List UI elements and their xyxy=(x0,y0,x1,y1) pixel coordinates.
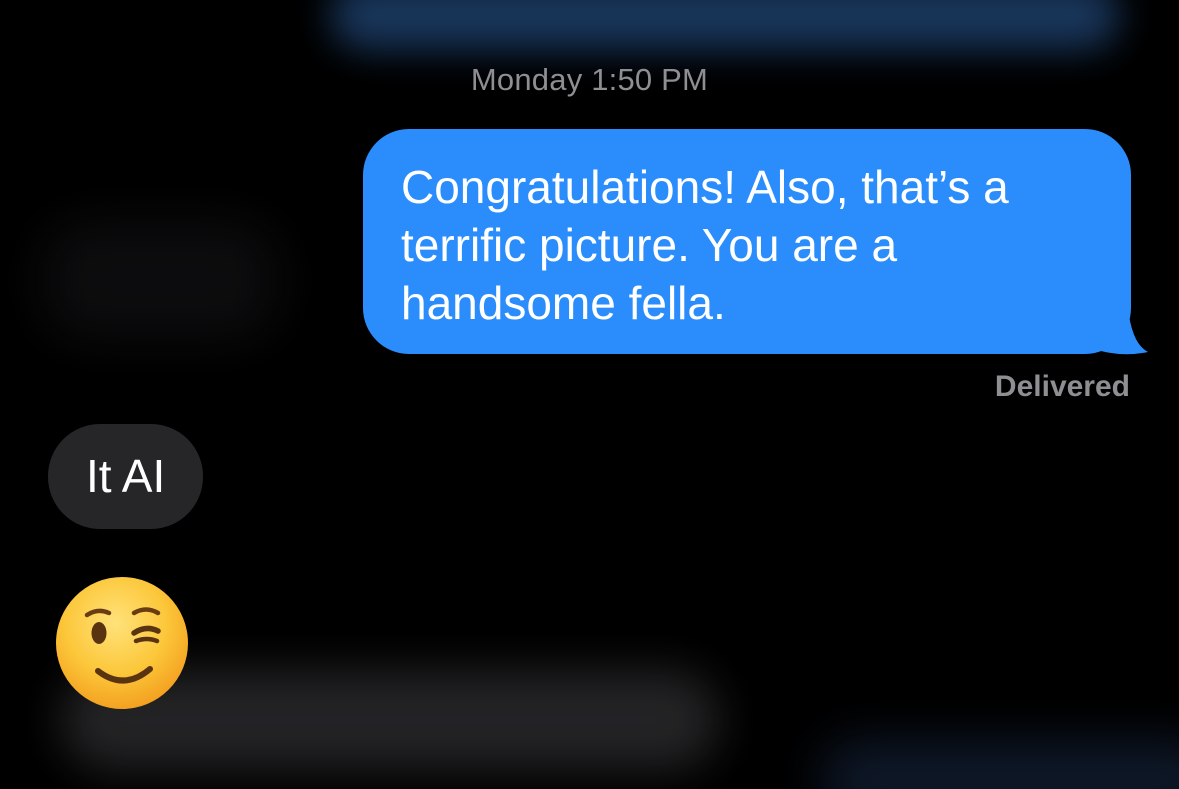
blurred-next-outgoing xyxy=(820,740,1179,789)
message-line: Congratulations! Also, that’s a xyxy=(401,161,1009,213)
outgoing-message-bubble[interactable]: Congratulations! Also, that’s a terrific… xyxy=(363,129,1131,354)
messages-screen: Monday 1:50 PM Congratulations! Also, th… xyxy=(0,0,1179,789)
message-line: handsome fella. xyxy=(401,277,726,329)
incoming-message-bubble[interactable]: It AI xyxy=(48,424,204,529)
blurred-previous-message xyxy=(330,0,1120,50)
timestamp-day: Monday xyxy=(470,62,583,97)
blurred-background xyxy=(40,220,280,340)
timestamp-time: 1:50 PM xyxy=(591,62,709,97)
message-timestamp: Monday 1:50 PM xyxy=(0,62,1179,98)
message-line: terrific picture. You are a xyxy=(401,219,898,271)
delivery-status: Delivered xyxy=(994,370,1130,403)
bubble-tail xyxy=(1090,308,1148,355)
winking-face-icon[interactable] xyxy=(54,575,190,711)
